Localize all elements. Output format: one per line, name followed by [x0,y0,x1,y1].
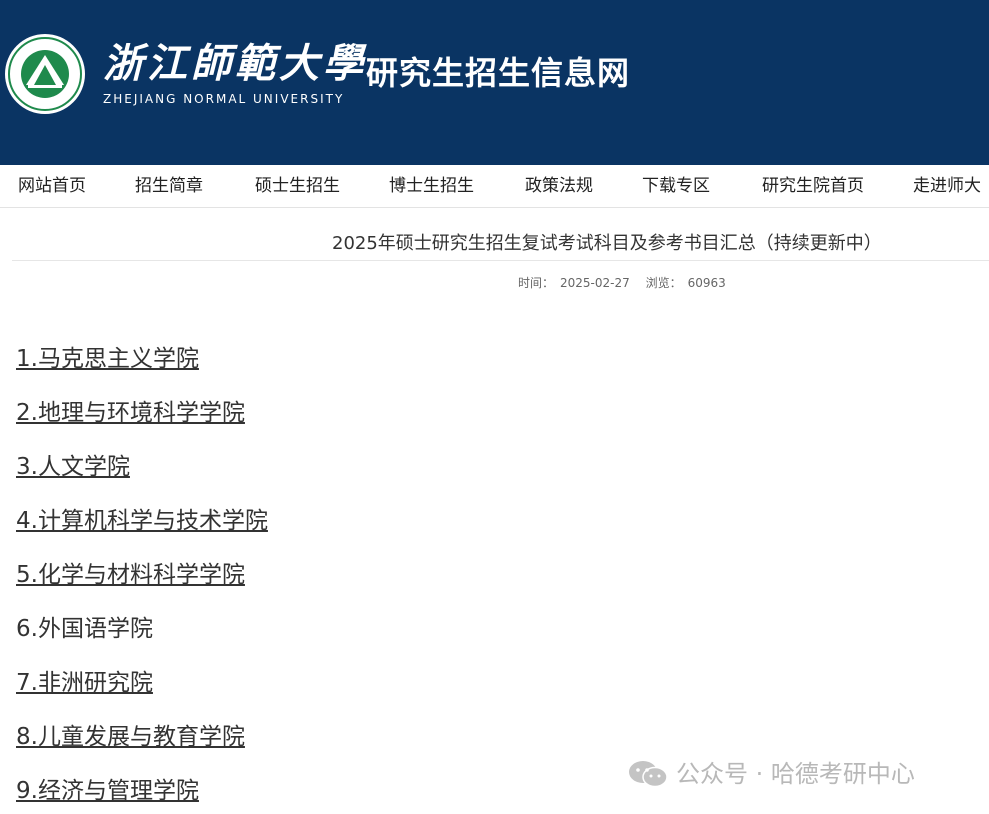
nav-item-brochure[interactable]: 招生简章 [135,165,203,207]
university-name-en: ZHEJIANG NORMAL UNIVERSITY [103,92,345,106]
views-label: 浏览： [645,276,682,290]
nav-item-policy[interactable]: 政策法规 [525,165,593,207]
list-item-chemistry[interactable]: 5.化学与材料科学学院 [16,560,245,590]
site-header: 1956 浙江師範大學 ZHEJIANG NORMAL UNIVERSITY 研… [0,0,989,165]
nav-item-phd-admission[interactable]: 博士生招生 [389,165,474,207]
list-item-humanities[interactable]: 3.人文学院 [16,452,130,482]
list-item-marxism[interactable]: 1.马克思主义学院 [16,344,199,374]
list-item-african-studies[interactable]: 7.非洲研究院 [16,668,153,698]
list-item-computer-science[interactable]: 4.计算机科学与技术学院 [16,506,268,536]
wechat-icon [629,761,668,788]
nav-item-downloads[interactable]: 下载专区 [642,165,710,207]
university-seal-logo[interactable]: 1956 [4,33,86,115]
seal-year: 1956 [39,91,52,97]
list-item-child-education[interactable]: 8.儿童发展与教育学院 [16,722,245,752]
article-meta: 时间： 2025-02-27 浏览： 60963 [518,274,732,291]
nav-item-master-admission[interactable]: 硕士生招生 [255,165,340,207]
main-nav: 网站首页 招生简章 硕士生招生 博士生招生 政策法规 下载专区 研究生院首页 走… [0,165,989,208]
publish-date: 2025-02-27 [560,276,630,290]
nav-item-graduate-school-home[interactable]: 研究生院首页 [762,165,864,207]
list-item-economics[interactable]: 9.经济与管理学院 [16,776,199,806]
site-title: 研究生招生信息网 [366,54,631,92]
article-title-bar: 2025年硕士研究生招生复试考试科目及参考书目汇总（持续更新中） [12,224,989,261]
nav-item-about[interactable]: 走进师大 [913,165,981,207]
nav-item-home[interactable]: 网站首页 [18,165,86,207]
list-item-geography[interactable]: 2.地理与环境科学学院 [16,398,245,428]
university-name-cn: 浙江師範大學 [103,40,367,87]
list-item-foreign-languages: 6.外国语学院 [16,616,153,642]
watermark-text: 公众号 · 哈德考研中心 [676,760,915,788]
view-count: 60963 [687,276,726,290]
time-label: 时间： [518,276,555,290]
article-title: 2025年硕士研究生招生复试考试科目及参考书目汇总（持续更新中） [332,233,882,254]
